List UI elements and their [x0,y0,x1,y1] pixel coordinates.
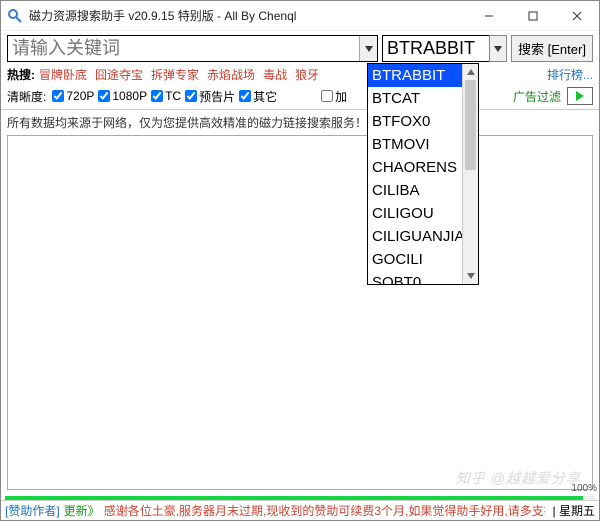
hot-label: 热搜: [7,66,35,83]
status-message: 感谢各位土豪,服务器月末过期,现收到的赞助可续费3个月,如果觉得助手好用,请多支… [104,502,545,519]
hot-link[interactable]: 赤焰战场 [207,66,255,83]
keyword-history-arrow[interactable] [359,36,377,61]
hot-link[interactable]: 毒战 [263,66,287,83]
results-area[interactable] [7,135,593,490]
clarity-other[interactable]: 其它 [239,88,277,105]
source-combo[interactable]: BTRABBIT [382,35,507,62]
hot-link[interactable]: 狼牙 [295,66,319,83]
scroll-thumb[interactable] [465,80,476,170]
ad-filter-group: 广告过滤 [513,87,593,105]
close-button[interactable] [555,1,599,30]
status-weekday: | 星期五 [553,502,595,519]
dropdown-scrollbar[interactable] [462,64,478,284]
ranking-link[interactable]: 排行榜... [547,66,593,83]
clarity-trailer[interactable]: 预告片 [185,88,235,105]
update-link[interactable]: 更新》 [64,502,100,519]
app-icon [7,8,23,24]
hot-search-row: 热搜: 冒牌卧底 囧途夺宝 拆弹专家 赤焰战场 毒战 狼牙 排行榜... [1,64,599,85]
sponsor-link[interactable]: [赞助作者] [5,502,60,519]
extra-checkbox[interactable]: 加 [321,88,347,105]
window-title: 磁力资源搜索助手 v20.9.15 特别版 - All By Chenql [29,7,467,24]
scroll-up-icon[interactable] [463,64,478,80]
ad-filter-play-button[interactable] [567,87,593,105]
keyword-input[interactable] [7,35,378,62]
ad-filter-label: 广告过滤 [513,88,561,105]
hot-link[interactable]: 冒牌卧底 [39,66,87,83]
minimize-button[interactable] [467,1,511,30]
search-button[interactable]: 搜索 [Enter] [511,35,593,62]
scroll-down-icon[interactable] [463,268,478,284]
progress-bar [5,496,595,500]
info-strip: 所有数据均来源于网络，仅为您提供高效精准的磁力链接搜索服务！ [1,109,599,135]
clarity-1080p[interactable]: 1080P [98,89,147,103]
hot-link[interactable]: 拆弹专家 [151,66,199,83]
titlebar: 磁力资源搜索助手 v20.9.15 特别版 - All By Chenql [1,1,599,31]
search-row: BTRABBIT 搜索 [Enter] [1,31,599,64]
hot-link[interactable]: 囧途夺宝 [95,66,143,83]
window-controls [467,1,599,30]
clarity-row: 清晰度: 720P 1080P TC 预告片 其它 加 广告过滤 [1,85,599,109]
source-combo-value: BTRABBIT [382,35,490,62]
status-bar: [赞助作者] 更新》 感谢各位土豪,服务器月末过期,现收到的赞助可续费3个月,如… [1,500,599,520]
app-window: 磁力资源搜索助手 v20.9.15 特别版 - All By Chenql BT… [0,0,600,521]
clarity-tc[interactable]: TC [151,89,181,103]
clarity-720p[interactable]: 720P [52,89,94,103]
clarity-label: 清晰度: [7,88,46,105]
source-combo-arrow[interactable] [489,35,507,62]
source-dropdown-list: BTRABBIT BTCAT BTFOX0 BTMOVI CHAORENS CI… [367,63,479,285]
watermark-text: 知乎 @越越爱分享 [456,468,581,488]
maximize-button[interactable] [511,1,555,30]
